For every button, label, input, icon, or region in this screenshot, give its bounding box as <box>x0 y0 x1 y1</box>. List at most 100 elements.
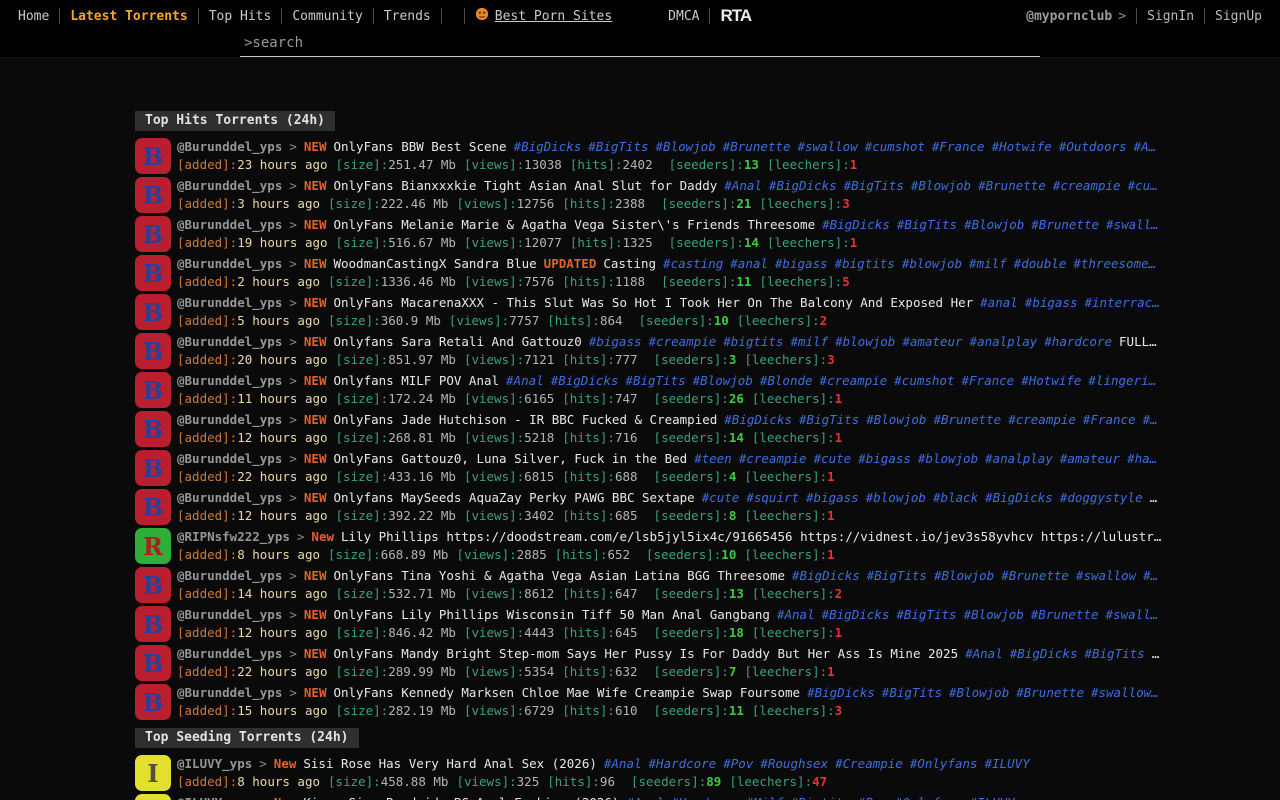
tag-link[interactable]: #blowjob <box>866 490 926 505</box>
tag-link[interactable]: #milf <box>969 256 1007 271</box>
title-text[interactable]: Onlyfans MaySeeds AquaZay Perky PAWG BBC… <box>333 490 694 505</box>
uploader-avatar[interactable]: B <box>135 177 171 213</box>
tag-link[interactable]: #analplay <box>970 334 1038 349</box>
tag-link[interactable]: #threesome… <box>1073 256 1156 271</box>
tag-link[interactable]: #Milf <box>746 795 784 800</box>
tag-link[interactable]: #cute <box>814 451 852 466</box>
tag-link[interactable]: #BigDicks <box>724 412 792 427</box>
tag-link[interactable]: #Pov <box>858 795 888 800</box>
tag-link[interactable]: #Hardcore <box>671 795 739 800</box>
title-text[interactable]: FULL… <box>1119 334 1157 349</box>
uploader-link[interactable]: @Burunddel_yps <box>177 139 282 154</box>
tag-link[interactable]: #Blowjob <box>656 139 716 154</box>
title-text[interactable]: Lily Phillips https://doodstream.com/e/l… <box>341 529 1161 544</box>
tag-link[interactable]: #ILUVY <box>985 756 1030 771</box>
nav-item-trends[interactable]: Trends <box>374 9 441 24</box>
uploader-avatar[interactable]: B <box>135 450 171 486</box>
tag-link[interactable]: #France <box>1083 412 1136 427</box>
title-text[interactable]: OnlyFans Gattouz0, Luna Silver, Fuck in … <box>333 451 687 466</box>
uploader-avatar[interactable]: B <box>135 294 171 330</box>
tag-link[interactable]: #BigTits <box>882 685 942 700</box>
uploader-link[interactable]: @RIPNsfw222_yps <box>177 529 290 544</box>
tag-link[interactable]: #BigTits <box>844 178 904 193</box>
tag-link[interactable]: #BigTits <box>588 139 648 154</box>
tag-link[interactable]: #swall… <box>1106 607 1159 622</box>
uploader-avatar[interactable]: I <box>135 755 171 791</box>
tag-link[interactable]: #BigDicks <box>822 607 890 622</box>
tag-link[interactable]: #amateur <box>1060 451 1120 466</box>
tag-link[interactable]: #anal <box>730 256 768 271</box>
uploader-avatar[interactable]: B <box>135 372 171 408</box>
title-text[interactable]: OnlyFans Melanie Marie & Agatha Vega Sis… <box>333 217 815 232</box>
tag-link[interactable]: #Anal <box>626 795 664 800</box>
tag-link[interactable]: #BigTits <box>1084 646 1144 661</box>
account-link[interactable]: @mypornclub <box>1020 9 1118 24</box>
tag-link[interactable]: #Blowjob <box>911 178 971 193</box>
title-text[interactable]: … <box>1152 646 1160 661</box>
tag-link[interactable]: #bigass <box>858 451 911 466</box>
tag-link[interactable]: #creampie <box>739 451 807 466</box>
tag-link[interactable]: #interrac… <box>1084 295 1159 310</box>
nav-item-top-hits[interactable]: Top Hits <box>199 9 282 24</box>
tag-link[interactable]: #bigass <box>1025 295 1078 310</box>
tag-link[interactable]: #A… <box>1134 139 1157 154</box>
title-text[interactable]: OnlyFans Tina Yoshi & Agatha Vega Asian … <box>333 568 785 583</box>
tag-link[interactable]: #BigDicks <box>514 139 582 154</box>
nav-item-home[interactable]: Home <box>8 9 59 24</box>
tag-link[interactable]: #Creampie <box>835 756 903 771</box>
title-text[interactable]: Onlyfans MILF POV Anal <box>333 373 499 388</box>
uploader-link[interactable]: @Burunddel_yps <box>177 607 282 622</box>
tag-link[interactable]: #BigDicks <box>985 490 1053 505</box>
tag-link[interactable]: #… <box>1143 568 1158 583</box>
tag-link[interactable]: #Brunette <box>1016 685 1084 700</box>
tag-link[interactable]: #ILUVY <box>970 795 1015 800</box>
tag-link[interactable]: #Brunette <box>1031 607 1099 622</box>
tag-link[interactable]: #milf <box>790 334 828 349</box>
uploader-link[interactable]: @Burunddel_yps <box>177 412 282 427</box>
tag-link[interactable]: #teen <box>694 451 732 466</box>
tag-link[interactable]: #creampie <box>1008 412 1076 427</box>
tag-link[interactable]: #cumshot <box>894 373 954 388</box>
tag-link[interactable]: #doggystyle <box>1060 490 1143 505</box>
tag-link[interactable]: #BigDicks <box>807 685 875 700</box>
uploader-link[interactable]: @Burunddel_yps <box>177 646 282 661</box>
title-text[interactable]: Casting <box>603 256 656 271</box>
uploader-link[interactable]: @Burunddel_yps <box>177 451 282 466</box>
tag-link[interactable]: #Anal <box>506 373 544 388</box>
uploader-avatar[interactable]: B <box>135 411 171 447</box>
tag-link[interactable]: #Brunette <box>723 139 791 154</box>
tag-link[interactable]: #Onlyfans <box>910 756 978 771</box>
tag-link[interactable]: #double <box>1014 256 1067 271</box>
nav-item-latest-torrents[interactable]: Latest Torrents <box>60 9 197 24</box>
tag-link[interactable]: #swallow <box>797 139 857 154</box>
tag-link[interactable]: #BigTits <box>625 373 685 388</box>
tag-link[interactable]: #Brunette <box>1001 568 1069 583</box>
tag-link[interactable]: #Brunette <box>1031 217 1099 232</box>
title-text[interactable]: OnlyFans Lily Phillips Wisconsin Tiff 50… <box>333 607 770 622</box>
uploader-link[interactable]: @Burunddel_yps <box>177 685 282 700</box>
uploader-avatar[interactable]: B <box>135 333 171 369</box>
tag-link[interactable]: #Hotwife <box>1021 373 1081 388</box>
uploader-link[interactable]: @Burunddel_yps <box>177 295 282 310</box>
tag-link[interactable]: #Blowjob <box>964 607 1024 622</box>
nav-item-community[interactable]: Community <box>282 9 372 24</box>
tag-link[interactable]: #Anal <box>777 607 815 622</box>
uploader-avatar[interactable]: B <box>135 684 171 720</box>
tag-link[interactable]: #Blowjob <box>934 568 994 583</box>
tag-link[interactable]: #Anal <box>604 756 642 771</box>
tag-link[interactable]: #swallow <box>1076 568 1136 583</box>
tag-link[interactable]: #swallow… <box>1091 685 1159 700</box>
title-text[interactable]: OnlyFans MacarenaXXX - This Slut Was So … <box>333 295 973 310</box>
nav-item-dmca[interactable]: DMCA <box>658 9 709 24</box>
tag-link[interactable]: #creampie <box>1053 178 1121 193</box>
tag-link[interactable]: #France <box>932 139 985 154</box>
uploader-link[interactable]: @Burunddel_yps <box>177 178 282 193</box>
uploader-avatar[interactable]: B <box>135 645 171 681</box>
tag-link[interactable]: #BigTits <box>799 412 859 427</box>
tag-link[interactable]: #hardcore <box>1044 334 1112 349</box>
tag-link[interactable]: #BigTits <box>867 568 927 583</box>
uploader-link[interactable]: @Burunddel_yps <box>177 373 282 388</box>
tag-link[interactable]: #BigDicks <box>822 217 890 232</box>
tag-link[interactable]: #casting <box>663 256 723 271</box>
tag-link[interactable]: #Blowjob <box>949 685 1009 700</box>
